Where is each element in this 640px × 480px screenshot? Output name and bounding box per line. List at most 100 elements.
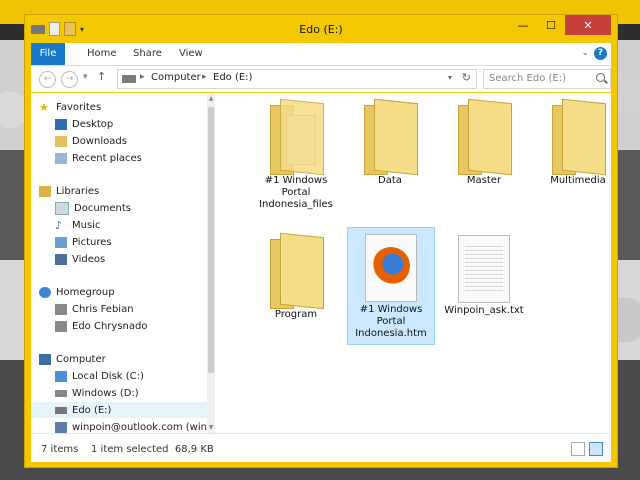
folder-icon: [270, 232, 324, 310]
navigation-pane: ★ Favorites Desktop Downloads Recent plac…: [31, 93, 207, 433]
sidebar-item-pictures[interactable]: Pictures: [55, 234, 207, 250]
sidebar-item-label: Downloads: [72, 135, 127, 147]
drive-icon: [122, 75, 136, 83]
scroll-up-icon[interactable]: ▲: [207, 95, 215, 102]
breadcrumb-computer[interactable]: Computer: [151, 72, 201, 83]
sidebar-item-label: Recent places: [72, 152, 142, 164]
back-button[interactable]: ←: [39, 71, 56, 88]
sidebar-item-chris-febian[interactable]: Chris Febian: [55, 301, 207, 317]
sidebar-item-desktop[interactable]: Desktop: [55, 116, 207, 132]
refresh-icon[interactable]: ↻: [462, 71, 471, 84]
folder-icon: [364, 98, 418, 176]
sidebar-item-libraries[interactable]: Libraries: [39, 183, 207, 199]
scroll-down-icon[interactable]: ▼: [207, 424, 215, 431]
file-item[interactable]: Master: [441, 95, 527, 187]
sidebar-item-label: winpoin@outlook.com (winpoin: [72, 421, 207, 433]
file-item-selected[interactable]: #1 Windows Portal Indonesia.htm: [347, 227, 435, 345]
forward-button[interactable]: →: [61, 71, 78, 88]
sidebar-item-label: Desktop: [72, 118, 114, 130]
user-icon: [55, 320, 67, 332]
tab-file[interactable]: File: [31, 43, 65, 65]
status-bar: 7 items 1 item selected 68,9 KB: [31, 433, 611, 462]
folder-icon: [458, 98, 512, 176]
homegroup-icon: [39, 286, 51, 298]
file-name: #1 Windows Portal Indonesia.htm: [355, 304, 427, 339]
sidebar-item-label: Pictures: [72, 236, 112, 248]
firefox-icon: [372, 247, 410, 285]
large-icons-view-icon[interactable]: [589, 442, 603, 456]
sidebar-item-label: Homegroup: [56, 286, 115, 298]
file-item[interactable]: Data: [347, 95, 433, 187]
sidebar-item-label: Favorites: [56, 101, 102, 113]
libraries-icon: [39, 185, 51, 197]
file-name: Multimedia: [550, 175, 606, 186]
file-name: Winpoin_ask.txt: [444, 305, 524, 316]
videos-icon: [55, 253, 67, 265]
sidebar-item-favorites[interactable]: ★ Favorites: [39, 99, 207, 115]
sidebar-item-edo-e[interactable]: Edo (E:): [31, 402, 207, 418]
sidebar-item-downloads[interactable]: Downloads: [55, 133, 207, 149]
sidebar-item-music[interactable]: ♪ Music: [55, 217, 207, 233]
scrollbar-thumb[interactable]: [208, 107, 214, 373]
computer-icon: [39, 353, 51, 365]
maximize-button[interactable]: ☐: [537, 15, 565, 35]
search-icon[interactable]: [596, 73, 605, 82]
sidebar-item-label: Music: [72, 219, 101, 231]
sidebar-item-windows-d[interactable]: Windows (D:): [55, 385, 207, 401]
breadcrumb-edo-e[interactable]: Edo (E:): [213, 72, 252, 83]
desktop-icon: [55, 118, 67, 130]
drive-icon: [55, 370, 67, 382]
search-box[interactable]: Search Edo (E:): [483, 69, 611, 89]
sidebar-item-documents[interactable]: Documents: [55, 200, 207, 216]
tab-view[interactable]: View: [169, 43, 213, 65]
file-item[interactable]: Program: [253, 229, 339, 321]
breadcrumb-separator-icon: ▸: [202, 72, 207, 82]
documents-icon: [55, 201, 69, 215]
recent-locations-icon[interactable]: ▾: [83, 72, 88, 82]
sidebar-item-homegroup[interactable]: Homegroup: [39, 284, 207, 300]
sidebar-item-label: Edo Chrysnado: [72, 320, 148, 332]
sidebar-item-videos[interactable]: Videos: [55, 251, 207, 267]
usb-drive-icon: [55, 406, 67, 414]
details-view-icon[interactable]: [571, 442, 585, 456]
music-icon: ♪: [55, 218, 63, 232]
help-icon[interactable]: ?: [594, 47, 607, 60]
user-icon: [55, 303, 67, 315]
sidebar-item-label: Local Disk (C:): [72, 370, 144, 382]
sidebar-item-local-disk-c[interactable]: Local Disk (C:): [55, 368, 207, 384]
file-item[interactable]: Multimedia: [535, 95, 621, 187]
navigation-bar: ← → ▾ ↑ ▸ Computer ▸ Edo (E:) ▾ ↻ Search…: [31, 66, 611, 92]
ribbon-tabs: File Home Share View ⌄ ?: [31, 43, 611, 66]
sidebar-item-winpoin-onedrive[interactable]: winpoin@outlook.com (winpoin: [55, 419, 207, 433]
sidebar-item-recent-places[interactable]: Recent places: [55, 150, 207, 166]
downloads-icon: [55, 135, 67, 147]
file-item[interactable]: Winpoin_ask.txt: [441, 229, 527, 317]
address-bar[interactable]: ▸ Computer ▸ Edo (E:) ▾ ↻: [117, 69, 477, 89]
window-controls: — ☐ ✕: [509, 15, 611, 35]
minimize-button[interactable]: —: [509, 15, 537, 35]
folder-icon: [552, 98, 606, 176]
up-button[interactable]: ↑: [97, 70, 106, 83]
file-explorer-window: ▾ Edo (E:) — ☐ ✕ File Home Share View ⌄ …: [24, 14, 618, 468]
search-placeholder: Search Edo (E:): [489, 73, 566, 84]
folder-icon: [270, 98, 324, 176]
sidebar-item-label: Computer: [56, 353, 106, 365]
sidebar-item-label: Libraries: [56, 185, 100, 197]
file-item[interactable]: #1 Windows Portal Indonesia_files: [253, 95, 339, 211]
sidebar-item-label: Videos: [72, 253, 106, 265]
file-list: #1 Windows Portal Indonesia_files Data M…: [215, 93, 611, 433]
sidebar-item-computer[interactable]: Computer: [39, 351, 207, 367]
navigation-pane-scrollbar[interactable]: ▲ ▼: [207, 93, 215, 433]
title-bar[interactable]: ▾ Edo (E:) — ☐ ✕: [25, 15, 617, 43]
file-name: Master: [466, 175, 502, 186]
address-dropdown-icon[interactable]: ▾: [448, 73, 452, 82]
tab-share[interactable]: Share: [123, 43, 172, 65]
expand-ribbon-icon[interactable]: ⌄: [581, 48, 589, 58]
firefox-document-icon: [365, 234, 417, 302]
sidebar-item-edo-chrysnado[interactable]: Edo Chrysnado: [55, 318, 207, 334]
close-button[interactable]: ✕: [565, 15, 611, 35]
star-icon: ★: [39, 100, 49, 114]
sidebar-item-label: Chris Febian: [72, 303, 134, 315]
tab-home[interactable]: Home: [77, 43, 127, 65]
pictures-icon: [55, 236, 67, 248]
